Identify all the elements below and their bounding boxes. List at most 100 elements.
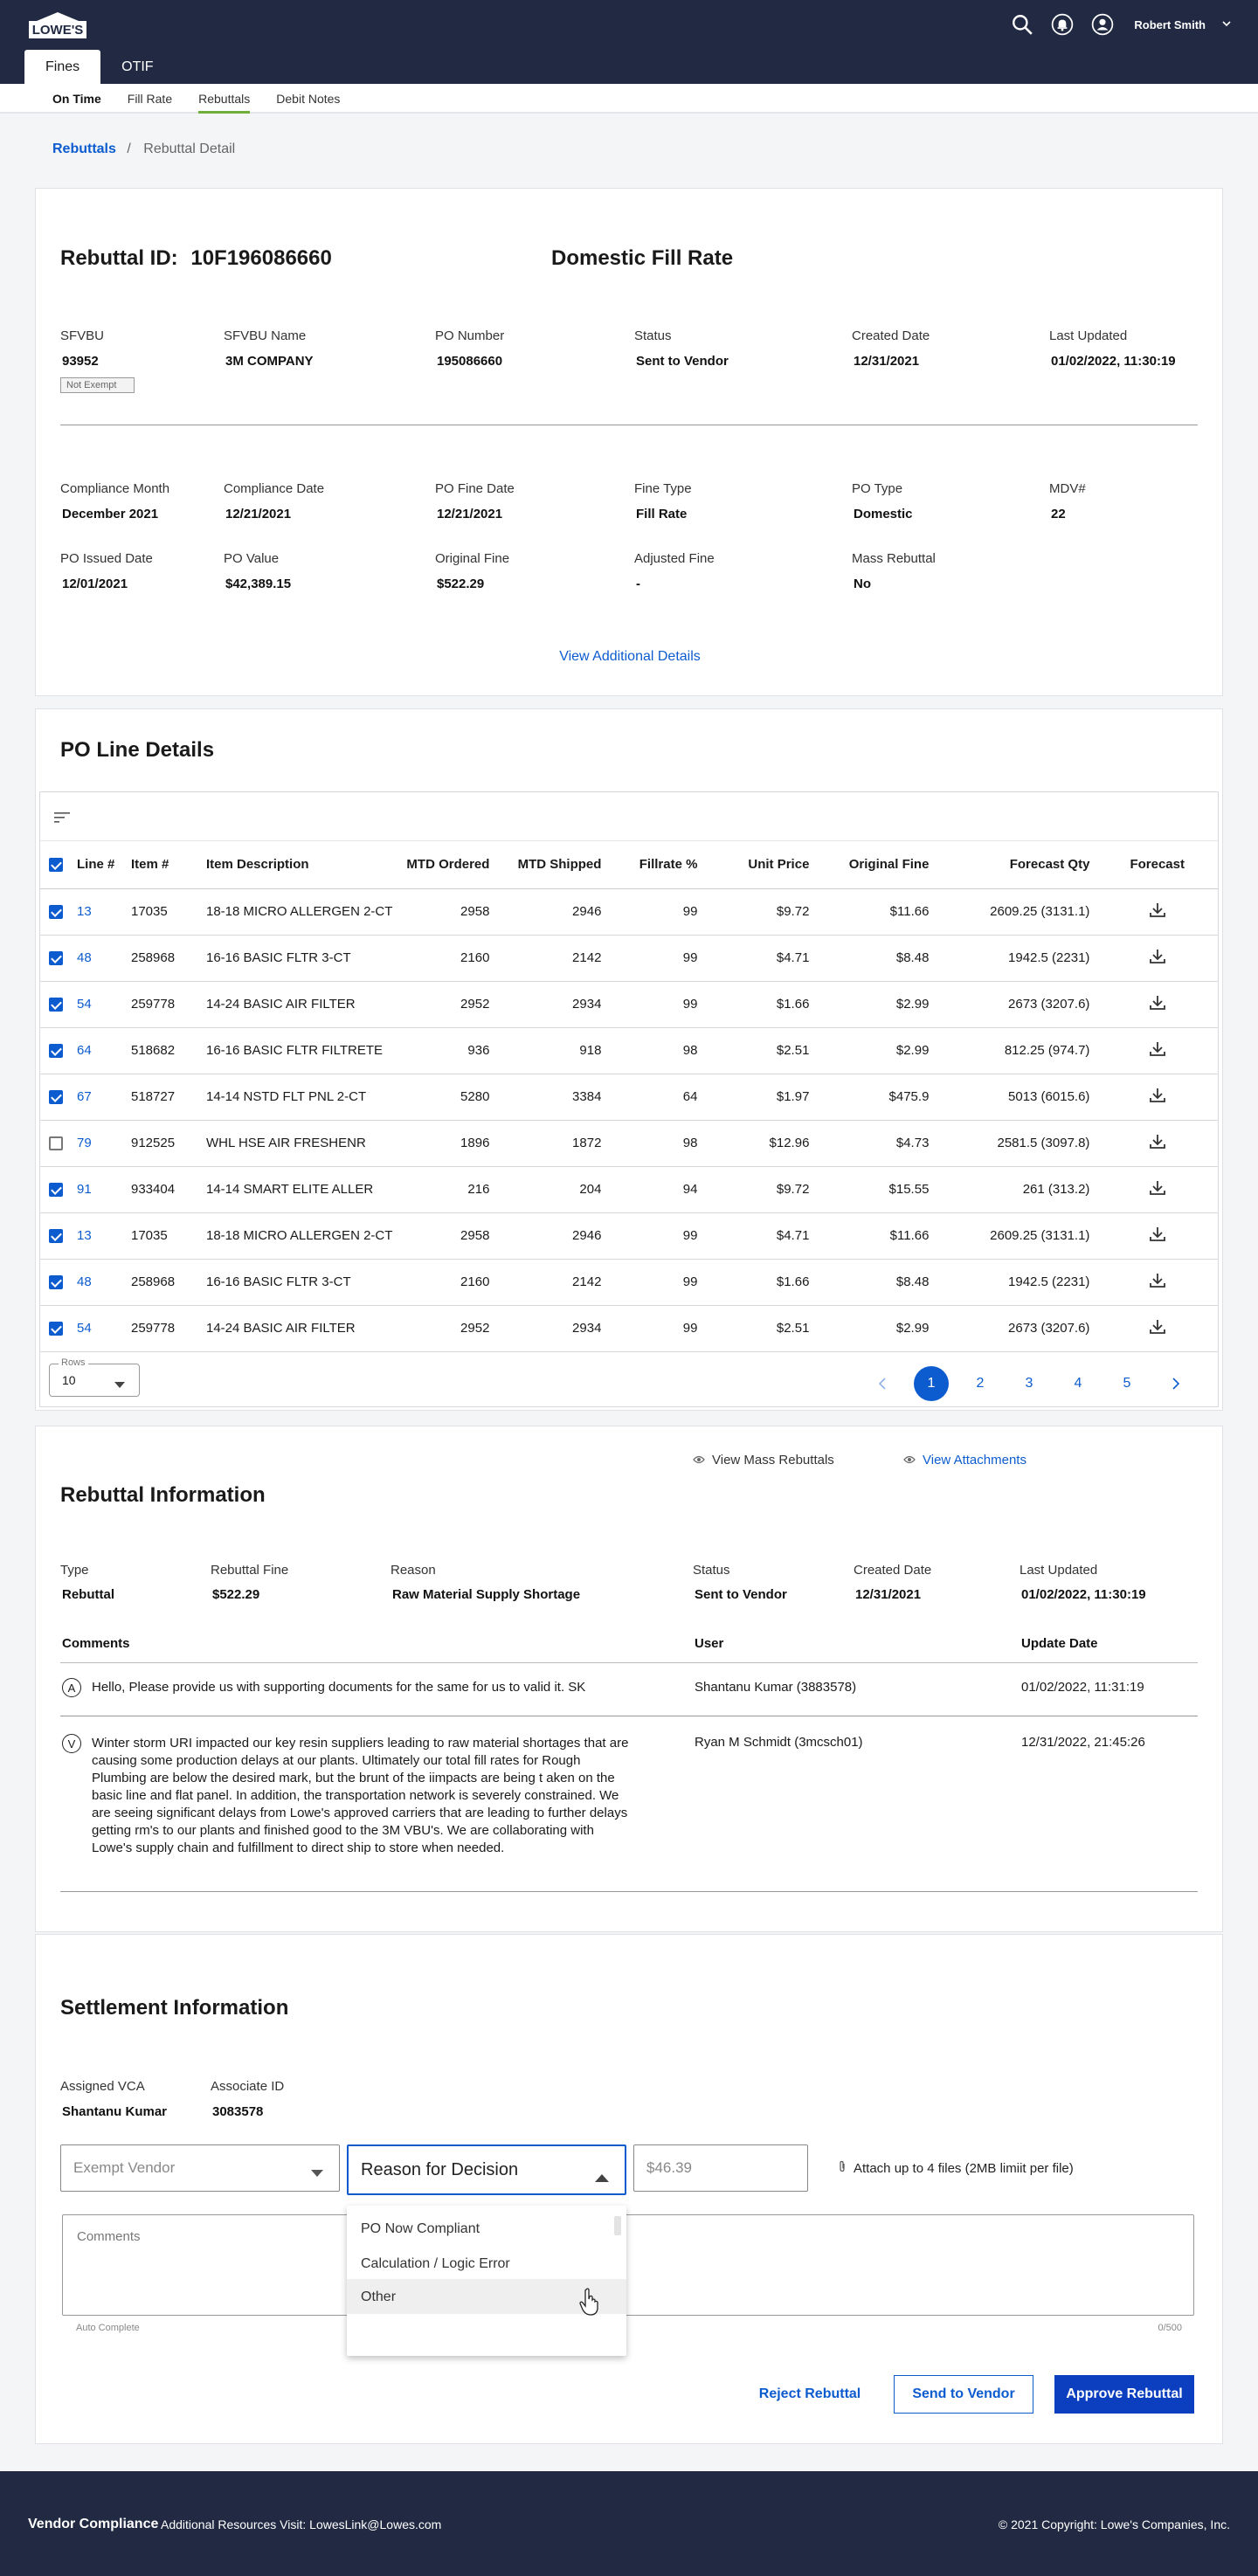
col-forecast[interactable]: Forecast bbox=[1096, 841, 1218, 889]
table-row[interactable]: 48 258968 16-16 BASIC FLTR 3-CT 2160 2142 99 $… bbox=[40, 935, 1218, 982]
reject-rebuttal-button[interactable]: Reject Rebuttal bbox=[743, 2375, 876, 2414]
table-row[interactable]: 91 933404 14-14 SMART ELITE ALLER 216 204 94 $… bbox=[40, 1166, 1218, 1213]
table-row[interactable]: 13 17035 18-18 MICRO ALLERGEN 2-CT 2958 2946… bbox=[40, 1212, 1218, 1260]
item-description: 14-24 BASIC AIR FILTER bbox=[199, 1305, 400, 1352]
option-po-now-compliant[interactable]: PO Now Compliant bbox=[347, 2211, 626, 2242]
download-icon[interactable] bbox=[1149, 1088, 1166, 1107]
table-row[interactable]: 48 258968 16-16 BASIC FLTR 3-CT 2160 2142 99 $… bbox=[40, 1259, 1218, 1306]
download-icon[interactable] bbox=[1149, 949, 1166, 968]
line-number-link[interactable]: 54 bbox=[70, 1305, 124, 1352]
option-calculation-logic-error[interactable]: Calculation / Logic Error bbox=[347, 2246, 626, 2277]
col-mtd-shipped[interactable]: MTD Shipped bbox=[496, 841, 609, 889]
line-number-link[interactable]: 67 bbox=[70, 1074, 124, 1121]
lowes-logo[interactable]: LOWE'S bbox=[26, 10, 89, 40]
table-row[interactable]: 54 259778 14-24 BASIC AIR FILTER 2952 2934 99… bbox=[40, 1305, 1218, 1352]
tab-otif[interactable]: OTIF bbox=[100, 50, 174, 84]
line-number-link[interactable]: 13 bbox=[70, 1212, 124, 1260]
notification-bell-icon[interactable] bbox=[1050, 12, 1075, 37]
col-forecast-qty[interactable]: Forecast Qty bbox=[936, 841, 1097, 889]
col-mtd-ordered[interactable]: MTD Ordered bbox=[399, 841, 497, 889]
line-number-link[interactable]: 48 bbox=[70, 1259, 124, 1306]
table-row[interactable]: 67 518727 14-14 NSTD FLT PNL 2-CT 5280 3384 6… bbox=[40, 1074, 1218, 1121]
download-icon[interactable] bbox=[1149, 1134, 1166, 1153]
line-number-link[interactable]: 91 bbox=[70, 1166, 124, 1213]
comment-date: 01/02/2022, 11:31:19 bbox=[1021, 1680, 1144, 1695]
table-row[interactable]: 13 17035 18-18 MICRO ALLERGEN 2-CT 2958 2946… bbox=[40, 888, 1218, 936]
unit-price: $4.71 bbox=[704, 1212, 817, 1260]
row-checkbox[interactable] bbox=[49, 1229, 63, 1244]
rebuttal-id-label: Rebuttal ID: bbox=[60, 246, 178, 270]
row-checkbox[interactable] bbox=[49, 1183, 63, 1198]
line-number-link[interactable]: 54 bbox=[70, 981, 124, 1028]
page-4[interactable]: 4 bbox=[1054, 1376, 1102, 1392]
comments-textarea[interactable]: Comments bbox=[62, 2214, 1194, 2316]
line-number-link[interactable]: 48 bbox=[70, 935, 124, 982]
next-page-icon[interactable] bbox=[1151, 1377, 1200, 1390]
subnav-fill-rate[interactable]: Fill Rate bbox=[128, 84, 172, 114]
amount-input[interactable]: $46.39 bbox=[633, 2144, 808, 2192]
item-description: WHL HSE AIR FRESHENR bbox=[199, 1120, 400, 1167]
original-fine: $2.99 bbox=[816, 981, 937, 1028]
download-icon[interactable] bbox=[1149, 1226, 1166, 1246]
download-icon[interactable] bbox=[1149, 902, 1166, 922]
breadcrumb-rebuttals[interactable]: Rebuttals bbox=[52, 142, 116, 156]
subnav-debit-notes[interactable]: Debit Notes bbox=[276, 84, 340, 114]
table-row[interactable]: 54 259778 14-24 BASIC AIR FILTER 2952 2934 99… bbox=[40, 981, 1218, 1028]
row-checkbox[interactable] bbox=[49, 1275, 63, 1290]
col-unit-price[interactable]: Unit Price bbox=[704, 841, 817, 889]
subnav-on-time[interactable]: On Time bbox=[52, 84, 101, 114]
chevron-down-icon[interactable] bbox=[1221, 17, 1232, 32]
prev-page-icon[interactable] bbox=[858, 1377, 907, 1390]
page-5[interactable]: 5 bbox=[1102, 1376, 1151, 1392]
download-icon[interactable] bbox=[1149, 1041, 1166, 1060]
item-number: 912525 bbox=[124, 1120, 199, 1167]
approve-rebuttal-button[interactable]: Approve Rebuttal bbox=[1054, 2375, 1194, 2414]
col-original-fine[interactable]: Original Fine bbox=[816, 841, 937, 889]
dropdown-scrollbar[interactable] bbox=[614, 2216, 621, 2235]
line-number-link[interactable]: 79 bbox=[70, 1120, 124, 1167]
col-line[interactable]: Line # bbox=[70, 841, 124, 889]
col-fillrate[interactable]: Fillrate % bbox=[608, 841, 705, 889]
table-row[interactable]: 64 518682 16-16 BASIC FLTR FILTRETE 936 918 9… bbox=[40, 1027, 1218, 1074]
attach-files-link[interactable]: Attach up to 4 files (2MB limiit per fil… bbox=[838, 2160, 1074, 2176]
page-3[interactable]: 3 bbox=[1005, 1376, 1054, 1392]
user-name[interactable]: Robert Smith bbox=[1134, 18, 1206, 31]
col-item[interactable]: Item # bbox=[124, 841, 199, 889]
row-checkbox[interactable] bbox=[49, 951, 63, 966]
download-icon[interactable] bbox=[1149, 1319, 1166, 1338]
row-checkbox[interactable] bbox=[49, 905, 63, 920]
subnav-rebuttals[interactable]: Rebuttals bbox=[198, 84, 251, 114]
rows-per-page-select[interactable]: Rows 10 bbox=[49, 1357, 140, 1397]
select-all-checkbox[interactable] bbox=[49, 858, 63, 873]
view-additional-details-link[interactable]: View Additional Details bbox=[36, 649, 1224, 665]
unit-price: $4.71 bbox=[704, 935, 817, 982]
row-checkbox[interactable] bbox=[49, 1322, 63, 1336]
search-icon[interactable] bbox=[1010, 12, 1034, 37]
view-mass-rebuttals-link[interactable]: View Mass Rebuttals bbox=[693, 1453, 834, 1468]
type-label: Type bbox=[60, 1563, 89, 1578]
exempt-vendor-select[interactable]: Exempt Vendor bbox=[60, 2144, 340, 2192]
download-icon[interactable] bbox=[1149, 1180, 1166, 1199]
col-description[interactable]: Item Description bbox=[199, 841, 400, 889]
item-description: 18-18 MICRO ALLERGEN 2-CT bbox=[199, 888, 400, 936]
row-checkbox[interactable] bbox=[49, 998, 63, 1012]
send-to-vendor-button[interactable]: Send to Vendor bbox=[894, 2375, 1033, 2414]
page-1[interactable]: 1 bbox=[914, 1365, 949, 1401]
tab-fines[interactable]: Fines bbox=[24, 50, 101, 84]
page-2[interactable]: 2 bbox=[956, 1376, 1005, 1392]
line-number-link[interactable]: 64 bbox=[70, 1027, 124, 1074]
filter-sort-icon[interactable] bbox=[54, 811, 72, 827]
view-attachments-link[interactable]: View Attachments bbox=[903, 1453, 1026, 1468]
row-checkbox[interactable] bbox=[49, 1044, 63, 1059]
download-icon[interactable] bbox=[1149, 1273, 1166, 1292]
sfvbu-name-value: 3M COMPANY bbox=[225, 354, 314, 369]
line-number-link[interactable]: 13 bbox=[70, 888, 124, 936]
row-checkbox[interactable] bbox=[49, 1136, 63, 1151]
footer-resources-link[interactable]: Additional Resources Visit: LowesLink@Lo… bbox=[161, 2517, 441, 2531]
download-icon[interactable] bbox=[1149, 995, 1166, 1014]
breadcrumb: Rebuttals / Rebuttal Detail bbox=[52, 142, 235, 157]
user-avatar-icon[interactable] bbox=[1090, 12, 1115, 37]
row-checkbox[interactable] bbox=[49, 1090, 63, 1105]
table-row[interactable]: 79 912525 WHL HSE AIR FRESHENR 1896 1872 98 $1… bbox=[40, 1120, 1218, 1167]
reason-for-decision-select[interactable]: Reason for Decision bbox=[347, 2144, 626, 2195]
